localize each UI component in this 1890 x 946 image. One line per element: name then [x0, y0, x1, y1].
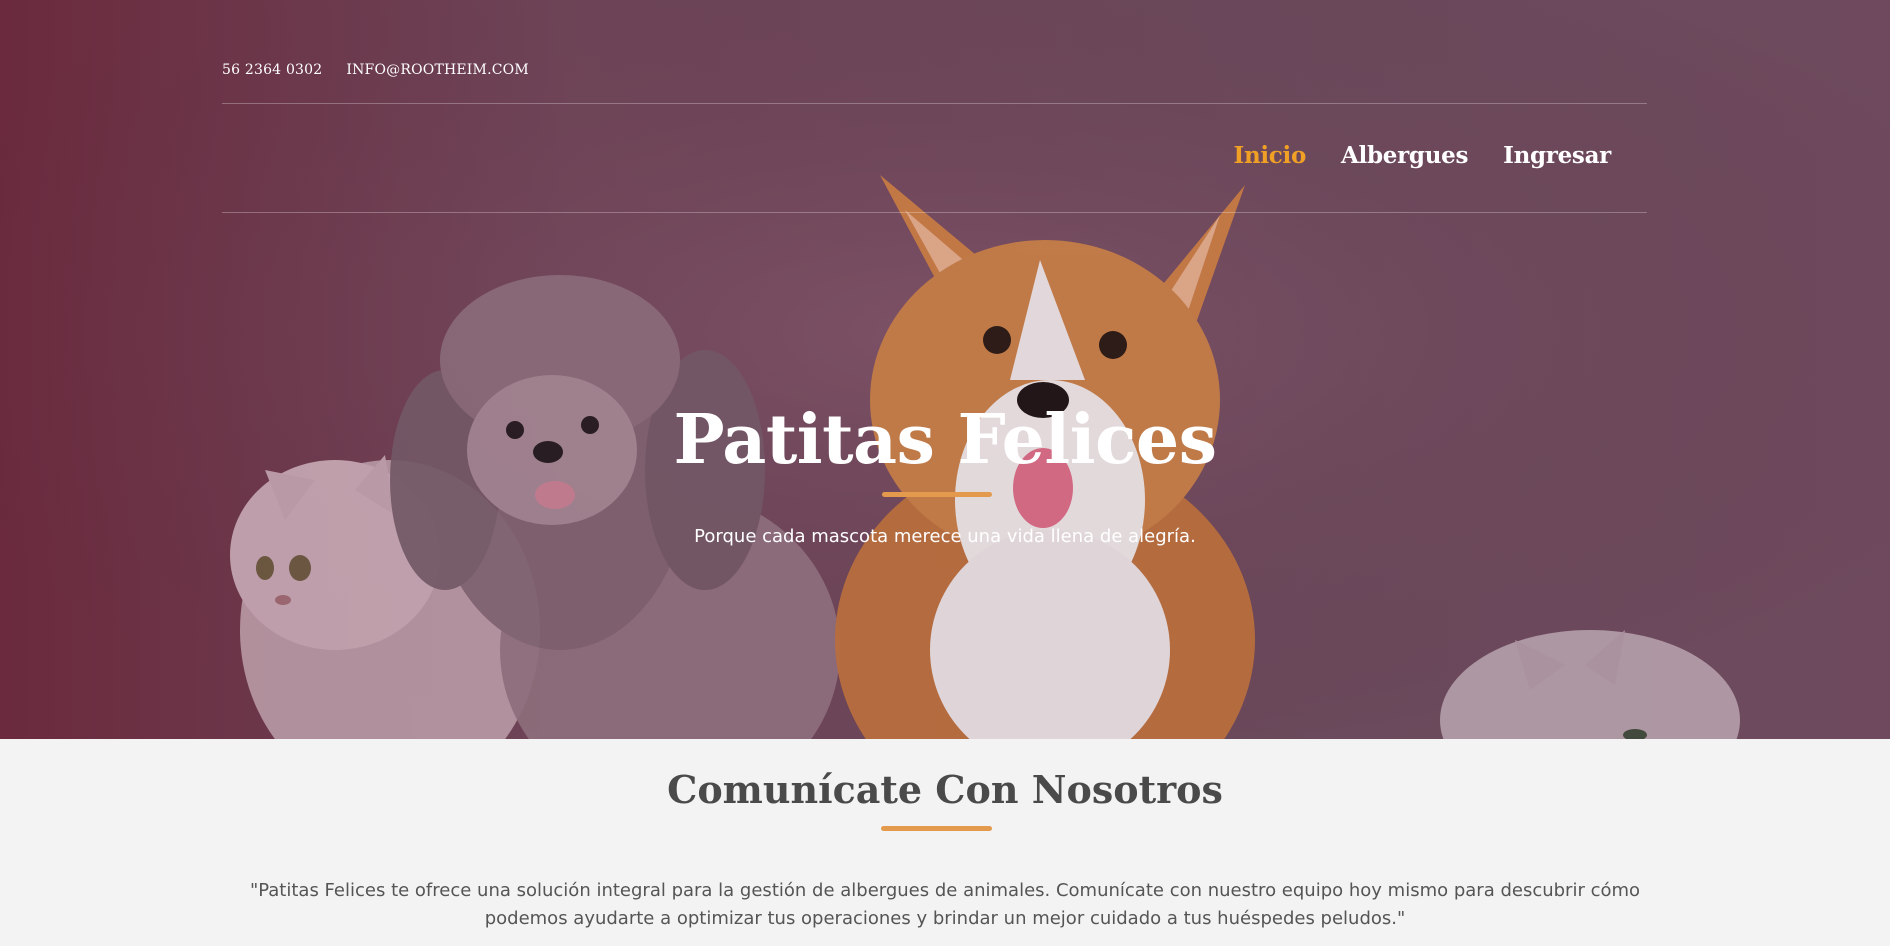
divider-nav [222, 212, 1647, 213]
divider-top [222, 103, 1647, 104]
nav-item-albergues[interactable]: Albergues [1341, 142, 1468, 169]
hero-subtitle: Porque cada mascota merece una vida llen… [694, 526, 1196, 547]
hero-title-underline [882, 492, 992, 497]
contact-description: "Patitas Felices te ofrece una solución … [249, 880, 1641, 929]
topbar-contact: 56 2364 0302 INFO@ROOTHEIM.COM [222, 60, 529, 80]
hero-pets-image [0, 0, 1890, 739]
contact-title-underline [881, 826, 992, 831]
nav-item-ingresar[interactable]: Ingresar [1503, 142, 1611, 169]
nav-item-inicio[interactable]: Inicio [1233, 142, 1306, 169]
hero-title: Patitas Felices [673, 400, 1217, 480]
contact-section: Comunícate Con Nosotros "Patitas Felices… [0, 739, 1890, 946]
main-nav: Inicio Albergues Ingresar [1233, 142, 1611, 169]
phone-number[interactable]: 56 2364 0302 [222, 62, 322, 78]
contact-title: Comunícate Con Nosotros [667, 767, 1223, 812]
email-address[interactable]: INFO@ROOTHEIM.COM [346, 62, 528, 78]
hero-section: 56 2364 0302 INFO@ROOTHEIM.COM Inicio Al… [0, 0, 1890, 739]
